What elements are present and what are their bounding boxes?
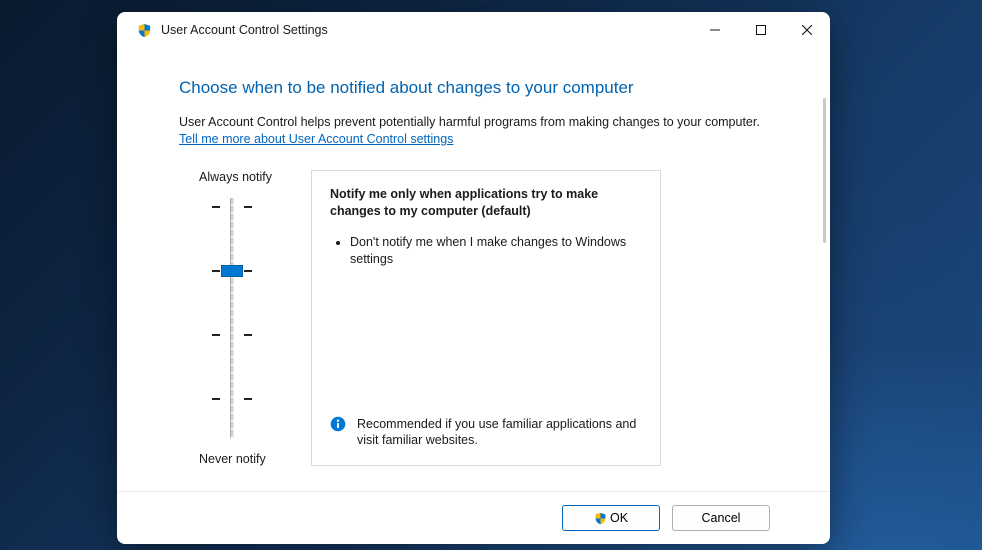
recommendation-text: Recommended if you use familiar applicat… bbox=[357, 416, 642, 450]
scrollbar-thumb[interactable] bbox=[823, 98, 826, 243]
slider-track bbox=[230, 198, 234, 438]
shield-icon bbox=[137, 23, 152, 38]
slider-bottom-label: Never notify bbox=[199, 452, 311, 466]
titlebar[interactable]: User Account Control Settings bbox=[117, 12, 830, 48]
maximize-button[interactable] bbox=[738, 12, 784, 48]
cancel-button[interactable]: Cancel bbox=[672, 505, 770, 531]
cancel-button-label: Cancel bbox=[702, 511, 741, 525]
window-controls bbox=[692, 12, 830, 48]
description-bullet: Don't notify me when I make changes to W… bbox=[350, 234, 642, 268]
slider-tick bbox=[212, 334, 220, 336]
close-button[interactable] bbox=[784, 12, 830, 48]
description-list: Don't notify me when I make changes to W… bbox=[330, 234, 642, 268]
slider-tick bbox=[212, 398, 220, 400]
content-area: Choose when to be notified about changes… bbox=[117, 48, 830, 491]
help-link[interactable]: Tell me more about User Account Control … bbox=[179, 132, 453, 146]
ok-button-label: OK bbox=[610, 511, 628, 525]
shield-icon bbox=[594, 511, 607, 525]
description-panel: Notify me only when applications try to … bbox=[311, 170, 661, 466]
slider-top-label: Always notify bbox=[199, 170, 311, 184]
slider-thumb[interactable] bbox=[221, 265, 243, 277]
main-grid: Always notify Never notify Notify me onl… bbox=[179, 170, 768, 466]
notification-slider[interactable] bbox=[179, 198, 311, 438]
window-title: User Account Control Settings bbox=[161, 23, 328, 37]
info-icon bbox=[330, 416, 346, 432]
button-bar: OK Cancel bbox=[117, 491, 830, 544]
slider-tick bbox=[244, 334, 252, 336]
slider-tick bbox=[212, 270, 220, 272]
slider-tick bbox=[244, 398, 252, 400]
slider-column: Always notify Never notify bbox=[179, 170, 311, 466]
recommendation-row: Recommended if you use familiar applicat… bbox=[330, 404, 642, 450]
intro-text: User Account Control helps prevent poten… bbox=[179, 114, 768, 130]
slider-tick bbox=[244, 206, 252, 208]
page-heading: Choose when to be notified about changes… bbox=[179, 78, 768, 98]
slider-tick bbox=[244, 270, 252, 272]
ok-button[interactable]: OK bbox=[562, 505, 660, 531]
desktop-background: User Account Control Settings Choose whe… bbox=[0, 0, 982, 550]
slider-tick bbox=[212, 206, 220, 208]
uac-settings-window: User Account Control Settings Choose whe… bbox=[117, 12, 830, 544]
description-title: Notify me only when applications try to … bbox=[330, 186, 642, 220]
minimize-button[interactable] bbox=[692, 12, 738, 48]
